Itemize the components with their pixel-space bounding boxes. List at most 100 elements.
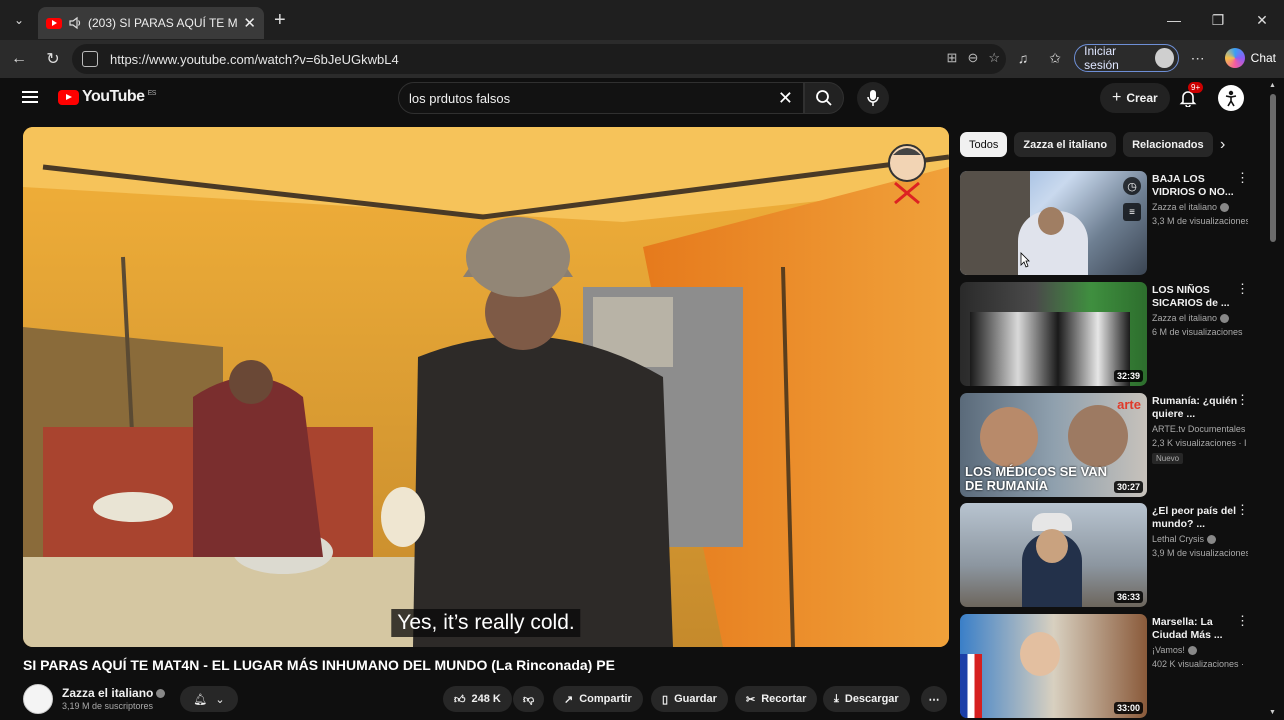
chat-label: Chat bbox=[1250, 51, 1277, 65]
duration-badge: 30:27 bbox=[1113, 481, 1143, 493]
recommendation-channel-name: Zazza el italiano bbox=[1152, 313, 1218, 323]
app-available-icon[interactable]: ⊞ bbox=[947, 50, 958, 66]
video-thumbnail[interactable]: ◷ ≡ bbox=[960, 171, 1147, 275]
kebab-menu-icon[interactable]: ⋮ bbox=[1236, 171, 1249, 184]
clear-search-icon[interactable]: ✕ bbox=[778, 88, 793, 109]
url-bar[interactable]: https://www.youtube.com/watch?v=6bJeUGkw… bbox=[72, 44, 1006, 74]
subscriber-count: 3,19 M de suscriptores bbox=[62, 701, 154, 711]
new-tab-plus-icon[interactable]: + bbox=[274, 9, 286, 32]
notifications-button[interactable]: 9+ bbox=[1176, 82, 1204, 110]
tab-title: (203) SI PARAS AQUÍ TE MAT4 bbox=[88, 16, 238, 30]
favorites-icon[interactable]: ✩ bbox=[1042, 44, 1068, 72]
video-thumbnail[interactable]: 36:33 bbox=[960, 503, 1147, 607]
close-window-icon[interactable]: ✕ bbox=[1240, 0, 1284, 40]
download-label: Descargar bbox=[844, 693, 899, 705]
recommendation-item[interactable]: 36:33 ¿El peor país del mundo? ... Letha… bbox=[960, 503, 1260, 607]
recommendation-title[interactable]: Rumanía: ¿quién quiere ... bbox=[1152, 395, 1244, 421]
download-button[interactable]: ⤓ Descargar bbox=[823, 686, 910, 712]
recommendation-item[interactable]: 33:00 Marsella: La Ciudad Más ... ¡Vamos… bbox=[960, 614, 1260, 718]
recommendation-title[interactable]: Marsella: La Ciudad Más ... bbox=[1152, 616, 1244, 642]
youtube-play-icon bbox=[58, 89, 79, 105]
thumbnail-overlay-text: LOS MÉDICOS SE VAN DE RUMANÍA bbox=[965, 464, 1108, 493]
back-arrow-icon[interactable]: ← bbox=[2, 43, 36, 75]
duration-badge: 36:33 bbox=[1113, 591, 1143, 603]
chip-channel[interactable]: Zazza el italiano bbox=[1014, 132, 1117, 157]
recommendation-item[interactable]: arte LOS MÉDICOS SE VAN DE RUMANÍA 30:27… bbox=[960, 393, 1260, 497]
kebab-menu-icon[interactable]: ⋮ bbox=[1236, 393, 1249, 406]
recommendation-channel-name: ¡Vamos! bbox=[1152, 645, 1185, 655]
share-button[interactable]: ↗ Compartir bbox=[553, 686, 643, 712]
recommendation-title[interactable]: BAJA LOS VIDRIOS O NO... bbox=[1152, 173, 1244, 199]
chip-related[interactable]: Relacionados bbox=[1123, 132, 1213, 157]
kebab-menu-icon[interactable]: ⋮ bbox=[1236, 503, 1249, 516]
channel-name: Zazza el italiano bbox=[62, 686, 154, 700]
recommendation-channel: ¡Vamos! bbox=[1152, 645, 1197, 656]
more-dots-icon[interactable]: ⋯ bbox=[1185, 44, 1211, 72]
scrollbar-thumb[interactable] bbox=[1270, 94, 1276, 242]
share-label: Compartir bbox=[579, 693, 632, 705]
kebab-menu-icon[interactable]: ⋮ bbox=[1236, 614, 1249, 627]
verified-check-icon bbox=[1187, 646, 1197, 656]
hamburger-menu-icon[interactable] bbox=[22, 91, 38, 103]
scroll-up-arrow-icon[interactable]: ▲ bbox=[1269, 82, 1276, 89]
speaker-icon[interactable] bbox=[68, 16, 82, 30]
recommendation-title[interactable]: ¿El peor país del mundo? ... bbox=[1152, 505, 1244, 531]
video-thumbnail[interactable]: arte LOS MÉDICOS SE VAN DE RUMANÍA 30:27 bbox=[960, 393, 1147, 497]
recommendation-channel: Zazza el italiano bbox=[1152, 313, 1230, 324]
signin-button[interactable]: Iniciar sesión bbox=[1074, 44, 1179, 72]
close-tab-icon[interactable]: ✕ bbox=[243, 14, 256, 32]
like-button[interactable]: 👍︎ 248 K bbox=[443, 686, 512, 712]
tab-list-chevron-icon[interactable]: ⌄ bbox=[6, 7, 32, 33]
thumb-face bbox=[1020, 632, 1060, 676]
channel-name-link[interactable]: Zazza el italiano bbox=[62, 686, 166, 700]
channel-avatar[interactable] bbox=[23, 684, 53, 714]
site-info-icon[interactable] bbox=[82, 51, 98, 67]
more-actions-button[interactable]: ⋯ bbox=[921, 686, 947, 712]
recommendation-item[interactable]: 32:39 LOS NIÑOS SICARIOS de ... Zazza el… bbox=[960, 282, 1260, 386]
video-thumbnail[interactable]: 32:39 bbox=[960, 282, 1147, 386]
chat-button[interactable]: Chat bbox=[1217, 44, 1284, 72]
chevron-right-icon[interactable]: › bbox=[1220, 136, 1225, 154]
save-button[interactable]: ▯ Guardar bbox=[651, 686, 728, 712]
video-thumbnail[interactable]: 33:00 bbox=[960, 614, 1147, 718]
zoom-icon[interactable]: ⊖ bbox=[967, 50, 978, 66]
watch-later-clock-icon[interactable]: ◷ bbox=[1123, 177, 1141, 195]
subscription-bell-button[interactable]: 🔔︎ ⌄ bbox=[180, 686, 238, 712]
youtube-logo[interactable]: YouTube ES bbox=[58, 88, 156, 106]
chip-all[interactable]: Todos bbox=[960, 132, 1008, 157]
recommendation-views: 6 M de visualizaciones bbox=[1152, 327, 1243, 337]
recommendation-title[interactable]: LOS NIÑOS SICARIOS de ... bbox=[1152, 284, 1244, 310]
new-badge: Nuevo bbox=[1152, 453, 1184, 464]
search-button[interactable] bbox=[804, 82, 844, 114]
microphone-icon bbox=[867, 90, 879, 106]
scroll-down-arrow-icon[interactable]: ▼ bbox=[1269, 709, 1276, 716]
chevron-down-icon: ⌄ bbox=[215, 693, 225, 706]
clip-label: Recortar bbox=[761, 693, 807, 705]
browser-tab[interactable]: (203) SI PARAS AQUÍ TE MAT4 ✕ bbox=[38, 7, 264, 39]
page-scrollbar[interactable]: ▲ ▼ bbox=[1268, 82, 1278, 716]
plus-icon: + bbox=[1112, 89, 1122, 106]
recommendation-views: 2,3 K visualizaciones · I bbox=[1152, 438, 1247, 448]
minimize-icon[interactable]: — bbox=[1152, 0, 1196, 40]
duration-badge: 33:00 bbox=[1113, 702, 1143, 714]
restore-icon[interactable]: ❐ bbox=[1196, 0, 1240, 40]
add-to-queue-icon[interactable]: ≡ bbox=[1123, 203, 1141, 221]
recommendation-item[interactable]: ◷ ≡ BAJA LOS VIDRIOS O NO... Zazza el it… bbox=[960, 171, 1260, 275]
account-avatar[interactable] bbox=[1218, 85, 1244, 111]
share-arrow-icon: ↗ bbox=[564, 693, 574, 706]
search-input[interactable]: los prdutos falsos ✕ bbox=[398, 82, 804, 114]
favorite-star-icon[interactable]: ☆ bbox=[988, 50, 1000, 66]
dislike-button[interactable]: 👎︎ bbox=[513, 686, 545, 712]
thumbs-down-icon: 👎︎ bbox=[523, 693, 535, 706]
voice-search-button[interactable] bbox=[857, 82, 889, 114]
channel-watermark-icon[interactable] bbox=[885, 141, 929, 205]
clip-button[interactable]: ✂ Recortar bbox=[735, 686, 818, 712]
youtube-header: YouTube ES los prdutos falsos ✕ + Crear … bbox=[0, 78, 1270, 120]
video-player[interactable]: Yes, it’s really cold. bbox=[23, 127, 949, 647]
save-label: Guardar bbox=[674, 693, 717, 705]
create-button[interactable]: + Crear bbox=[1100, 83, 1170, 113]
kebab-menu-icon[interactable]: ⋮ bbox=[1236, 282, 1249, 295]
browser-essentials-icon[interactable]: ♫ bbox=[1010, 44, 1036, 72]
reload-icon[interactable]: ↻ bbox=[36, 43, 70, 75]
signin-label: Iniciar sesión bbox=[1084, 44, 1119, 72]
